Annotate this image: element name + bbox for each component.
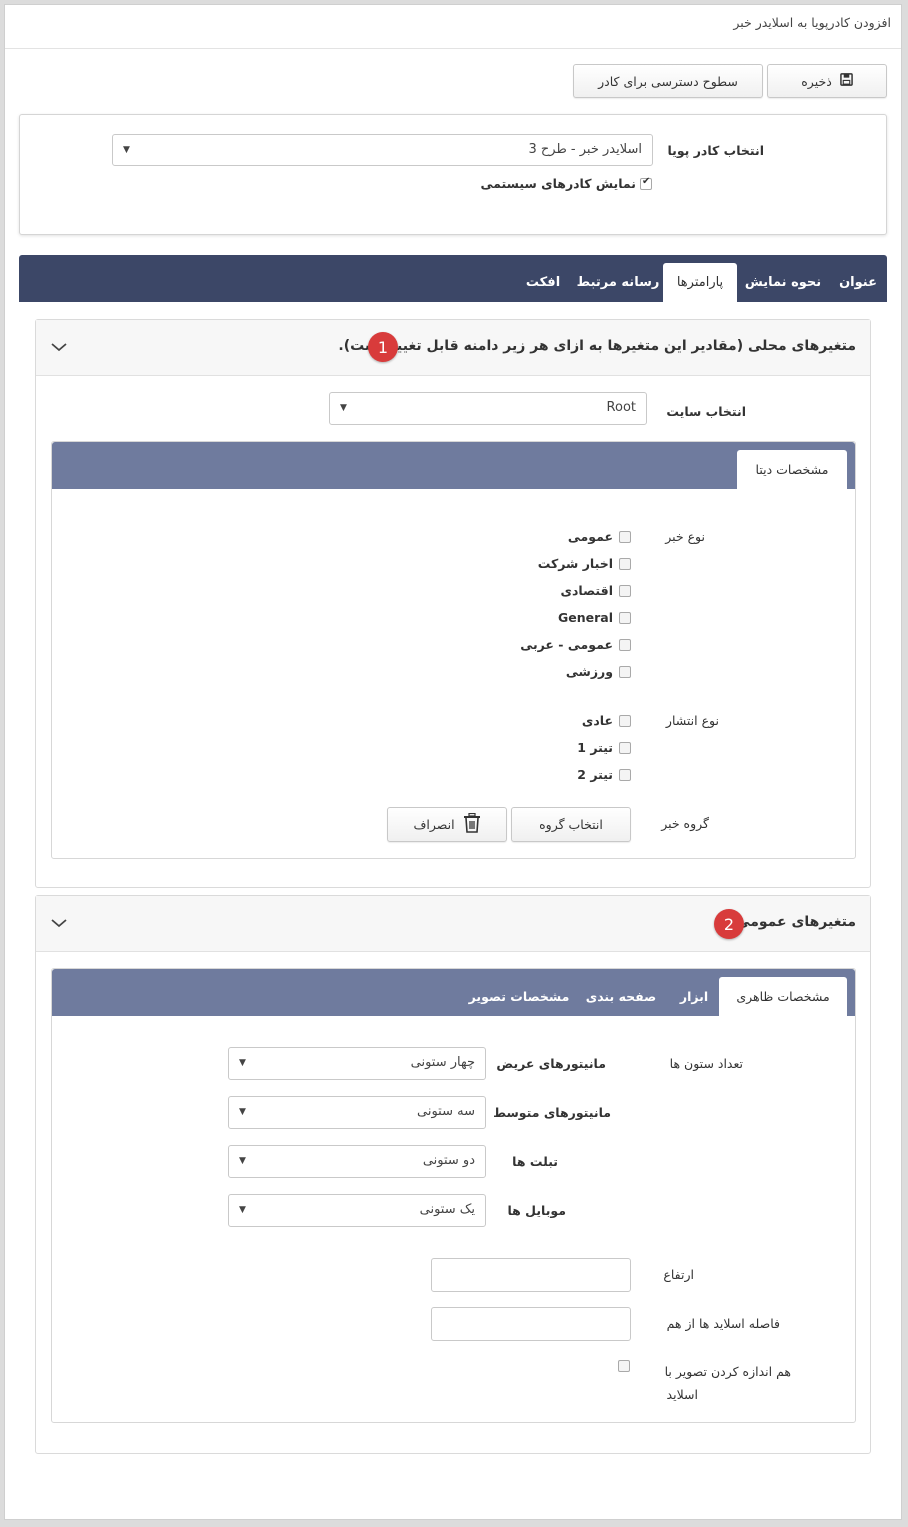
publish-type-checkbox[interactable]: [619, 742, 631, 754]
main-tab-bar: عنوان نحوه نمایش پارامترها رسانه مرتبط ا…: [19, 255, 887, 302]
site-select-value: Root: [606, 400, 636, 415]
save-label: ذخیره: [801, 73, 832, 89]
publish-type-option: تیتر 1: [577, 740, 613, 755]
tab-parameters[interactable]: پارامترها: [663, 263, 737, 302]
slide-spacing-label: فاصله اسلاید ها از هم: [666, 1316, 780, 1331]
news-type-option: عمومی - عربی: [520, 637, 613, 652]
local-variables-header[interactable]: متغیرهای محلی (مقادیر این متغیرها به ازا…: [36, 320, 870, 376]
frame-select-panel: انتخاب کادر پویا اسلایدر خبر - طرح 3 ▼ ن…: [19, 114, 887, 235]
publish-type-option: تیتر 2: [577, 767, 613, 782]
news-type-checkbox[interactable]: [619, 558, 631, 570]
height-label: ارتفاع: [663, 1267, 694, 1282]
tab-pagination[interactable]: صفحه بندی: [573, 977, 669, 1016]
local-variables-section: متغیرهای محلی (مقادیر این متغیرها به ازا…: [35, 319, 871, 888]
tab-image-spec[interactable]: مشخصات تصویر: [465, 977, 573, 1016]
news-type-checkbox[interactable]: [619, 531, 631, 543]
trash-icon: [463, 812, 481, 836]
caret-down-icon: ▼: [123, 145, 130, 155]
appearance-tab-bar: مشخصات ظاهری ابزار صفحه بندی مشخصات تصوی…: [52, 969, 855, 1016]
general-variables-section: متغیرهای عمومی 2 مشخصات ظاهری ابزار صفحه…: [35, 895, 871, 1454]
wide-monitor-label: مانیتورهای عریض: [496, 1056, 606, 1071]
news-group-label: گروه خبر: [661, 816, 709, 831]
resize-image-checkbox[interactable]: [618, 1360, 630, 1372]
frame-select-label: انتخاب کادر پویا: [667, 143, 764, 158]
caret-down-icon: ▼: [239, 1156, 246, 1166]
site-select-dropdown[interactable]: Root ▼: [329, 392, 647, 425]
tab-tools[interactable]: ابزار: [669, 977, 719, 1016]
mobile-label: موبایل ها: [507, 1203, 566, 1218]
mobile-select[interactable]: یک ستونی ▼: [228, 1194, 486, 1227]
page-title: افزودن کادرپویا به اسلایدر خبر: [733, 15, 891, 30]
tab-display-mode[interactable]: نحوه نمایش: [737, 263, 829, 302]
data-spec-tab-bar: مشخصات دیتا: [52, 442, 855, 489]
show-system-checkbox[interactable]: [640, 176, 652, 190]
show-system-label: نمایش کادرهای سیستمی: [480, 176, 636, 191]
news-type-checkbox[interactable]: [619, 585, 631, 597]
publish-type-label: نوع انتشار: [665, 713, 719, 728]
caret-down-icon: ▼: [239, 1107, 246, 1117]
tab-data-spec[interactable]: مشخصات دیتا: [737, 450, 847, 489]
tablet-value: دو ستونی: [422, 1153, 475, 1168]
resize-image-label-cont: اسلاید: [666, 1387, 698, 1402]
site-select-label: انتخاب سایت: [666, 404, 746, 419]
cancel-button[interactable]: انصراف: [387, 807, 507, 842]
news-type-checkbox[interactable]: [619, 666, 631, 678]
access-levels-label: سطوح دسترسی برای کادر: [598, 73, 738, 89]
news-type-option: عمومی: [567, 529, 613, 544]
local-variables-title: متغیرهای محلی (مقادیر این متغیرها به ازا…: [338, 338, 856, 354]
wide-monitor-value: چهار ستونی: [410, 1055, 475, 1070]
news-type-option: General: [558, 610, 613, 625]
cancel-label: انصراف: [413, 817, 455, 832]
tab-related-media[interactable]: رسانه مرتبط: [573, 263, 663, 302]
caret-down-icon: ▼: [340, 403, 347, 413]
badge-2: 2: [714, 909, 744, 939]
column-count-label: تعداد ستون ها: [669, 1056, 743, 1071]
caret-down-icon: ▼: [239, 1205, 246, 1215]
tab-appearance[interactable]: مشخصات ظاهری: [719, 977, 847, 1016]
tablet-select[interactable]: دو ستونی ▼: [228, 1145, 486, 1178]
medium-monitor-select[interactable]: سه ستونی ▼: [228, 1096, 486, 1129]
slide-spacing-input[interactable]: [431, 1307, 631, 1341]
chevron-down-icon[interactable]: [50, 338, 68, 356]
resize-image-label: هم اندازه کردن تصویر با: [664, 1364, 791, 1379]
news-type-option: اقتصادی: [560, 583, 613, 598]
tablet-label: تبلت ها: [512, 1154, 558, 1169]
page: افزودن کادرپویا به اسلایدر خبر ذخیره سطو…: [4, 4, 902, 1520]
news-type-checkbox[interactable]: [619, 612, 631, 624]
badge-1: 1: [368, 332, 398, 362]
caret-down-icon: ▼: [239, 1058, 246, 1068]
general-variables-header[interactable]: متغیرهای عمومی 2: [36, 896, 870, 952]
appearance-panel: مشخصات ظاهری ابزار صفحه بندی مشخصات تصوی…: [51, 968, 856, 1423]
frame-select-dropdown[interactable]: اسلایدر خبر - طرح 3 ▼: [112, 134, 653, 166]
data-spec-panel: مشخصات دیتا نوع خبر عمومی اخبار شرکت اقت…: [51, 441, 856, 859]
news-type-option: ورزشی: [565, 664, 613, 679]
tab-effect[interactable]: افکت: [513, 263, 573, 302]
access-levels-button[interactable]: سطوح دسترسی برای کادر: [573, 64, 763, 98]
news-type-checkbox[interactable]: [619, 639, 631, 651]
mobile-value: یک ستونی: [419, 1202, 475, 1217]
wide-monitor-select[interactable]: چهار ستونی ▼: [228, 1047, 486, 1080]
medium-monitor-label: مانیتورهای متوسط: [493, 1105, 611, 1120]
news-type-option: اخبار شرکت: [537, 556, 613, 571]
general-variables-title: متغیرهای عمومی: [736, 914, 856, 930]
select-group-button[interactable]: انتخاب گروه: [511, 807, 631, 842]
publish-type-checkbox[interactable]: [619, 715, 631, 727]
height-input[interactable]: [431, 1258, 631, 1292]
chevron-down-icon[interactable]: [50, 914, 68, 932]
medium-monitor-value: سه ستونی: [417, 1104, 475, 1119]
publish-type-option: عادی: [581, 713, 613, 728]
divider: [5, 48, 901, 49]
tab-title[interactable]: عنوان: [829, 263, 887, 302]
frame-select-value: اسلایدر خبر - طرح 3: [528, 142, 642, 157]
publish-type-checkbox[interactable]: [619, 769, 631, 781]
select-group-label: انتخاب گروه: [539, 817, 603, 832]
floppy-disk-icon: [839, 73, 853, 89]
news-type-label: نوع خبر: [665, 529, 705, 544]
save-button[interactable]: ذخیره: [767, 64, 887, 98]
